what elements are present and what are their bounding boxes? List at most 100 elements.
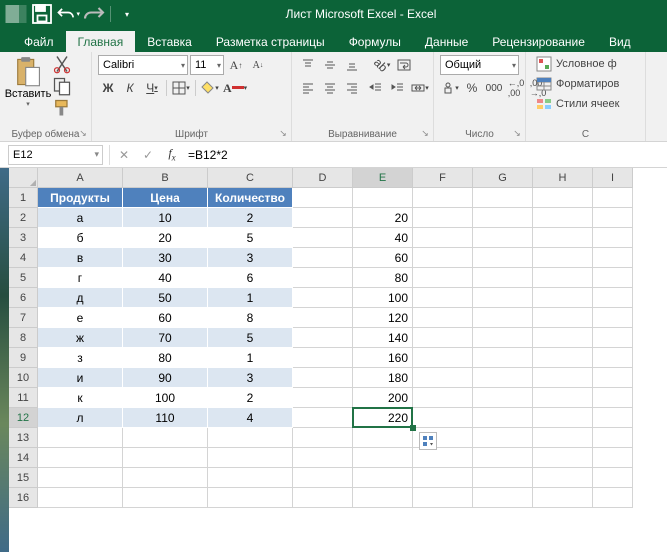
cell-I2[interactable]: [593, 208, 633, 228]
cell-E6[interactable]: 100: [353, 288, 413, 308]
row-header-2[interactable]: 2: [9, 208, 38, 228]
increase-font-icon[interactable]: A↑: [226, 55, 246, 75]
comma-icon[interactable]: 000: [484, 78, 504, 98]
cell-C15[interactable]: [208, 468, 293, 488]
row-header-16[interactable]: 16: [9, 488, 38, 508]
cell-G1[interactable]: [473, 188, 533, 208]
cell-A4[interactable]: в: [38, 248, 123, 268]
alignment-launcher-icon[interactable]: ↘: [419, 127, 431, 139]
row-header-10[interactable]: 10: [9, 368, 38, 388]
cells-area[interactable]: ПродуктыЦенаКоличествоа10220б20540в30360…: [38, 188, 633, 508]
cell-E9[interactable]: 160: [353, 348, 413, 368]
align-right-icon[interactable]: [342, 78, 362, 98]
cell-F10[interactable]: [413, 368, 473, 388]
cell-H13[interactable]: [533, 428, 593, 448]
merge-center-icon[interactable]: ▾: [410, 78, 430, 98]
cell-E16[interactable]: [353, 488, 413, 508]
cell-F7[interactable]: [413, 308, 473, 328]
cell-D9[interactable]: [293, 348, 353, 368]
copy-icon[interactable]: [52, 76, 72, 96]
cell-G2[interactable]: [473, 208, 533, 228]
cell-B16[interactable]: [123, 488, 208, 508]
cell-B13[interactable]: [123, 428, 208, 448]
row-header-12[interactable]: 12: [9, 408, 38, 428]
enter-formula-icon[interactable]: ✓: [136, 145, 160, 165]
cell-F12[interactable]: [413, 408, 473, 428]
cut-icon[interactable]: [52, 54, 72, 74]
cell-H2[interactable]: [533, 208, 593, 228]
align-left-icon[interactable]: [298, 78, 318, 98]
bold-button[interactable]: Ж: [98, 78, 118, 98]
cell-G15[interactable]: [473, 468, 533, 488]
tab-formulas[interactable]: Формулы: [337, 31, 413, 52]
cell-I16[interactable]: [593, 488, 633, 508]
italic-button[interactable]: К: [120, 78, 140, 98]
cell-I13[interactable]: [593, 428, 633, 448]
cell-B11[interactable]: 100: [123, 388, 208, 408]
cell-B7[interactable]: 60: [123, 308, 208, 328]
row-header-8[interactable]: 8: [9, 328, 38, 348]
spreadsheet-grid[interactable]: ABCDEFGHI 12345678910111213141516 Продук…: [9, 168, 667, 552]
column-header-B[interactable]: B: [123, 168, 208, 188]
number-format-select[interactable]: Общий: [440, 55, 519, 75]
cell-E12[interactable]: 220: [353, 408, 413, 428]
cell-H14[interactable]: [533, 448, 593, 468]
cell-D2[interactable]: [293, 208, 353, 228]
cell-B1[interactable]: Цена: [123, 188, 208, 208]
cell-G4[interactable]: [473, 248, 533, 268]
row-header-11[interactable]: 11: [9, 388, 38, 408]
cell-C2[interactable]: 2: [208, 208, 293, 228]
cell-D16[interactable]: [293, 488, 353, 508]
row-header-15[interactable]: 15: [9, 468, 38, 488]
cell-E2[interactable]: 20: [353, 208, 413, 228]
cell-C1[interactable]: Количество: [208, 188, 293, 208]
cell-A11[interactable]: к: [38, 388, 123, 408]
cell-I8[interactable]: [593, 328, 633, 348]
cell-F9[interactable]: [413, 348, 473, 368]
cell-G16[interactable]: [473, 488, 533, 508]
cell-B5[interactable]: 40: [123, 268, 208, 288]
cell-B3[interactable]: 20: [123, 228, 208, 248]
paste-button[interactable]: Вставить ▾: [6, 54, 50, 120]
underline-button[interactable]: Ч ▾: [142, 78, 162, 98]
cell-G11[interactable]: [473, 388, 533, 408]
cell-A5[interactable]: г: [38, 268, 123, 288]
row-header-4[interactable]: 4: [9, 248, 38, 268]
name-box[interactable]: E12: [8, 145, 103, 165]
column-header-H[interactable]: H: [533, 168, 593, 188]
cell-F6[interactable]: [413, 288, 473, 308]
tab-review[interactable]: Рецензирование: [480, 31, 597, 52]
cell-A8[interactable]: ж: [38, 328, 123, 348]
cell-D7[interactable]: [293, 308, 353, 328]
cell-A9[interactable]: з: [38, 348, 123, 368]
cell-A13[interactable]: [38, 428, 123, 448]
cell-E10[interactable]: 180: [353, 368, 413, 388]
decrease-indent-icon[interactable]: [366, 78, 386, 98]
row-header-7[interactable]: 7: [9, 308, 38, 328]
cell-H15[interactable]: [533, 468, 593, 488]
cell-styles-button[interactable]: Стили ячеек: [532, 94, 639, 114]
cell-H9[interactable]: [533, 348, 593, 368]
cell-B12[interactable]: 110: [123, 408, 208, 428]
cell-C7[interactable]: 8: [208, 308, 293, 328]
cell-B9[interactable]: 80: [123, 348, 208, 368]
align-center-icon[interactable]: [320, 78, 340, 98]
orientation-icon[interactable]: ab▾: [372, 55, 392, 75]
cell-G10[interactable]: [473, 368, 533, 388]
cell-G3[interactable]: [473, 228, 533, 248]
cell-C3[interactable]: 5: [208, 228, 293, 248]
cell-D5[interactable]: [293, 268, 353, 288]
row-header-5[interactable]: 5: [9, 268, 38, 288]
cell-D12[interactable]: [293, 408, 353, 428]
cell-F14[interactable]: [413, 448, 473, 468]
cell-I4[interactable]: [593, 248, 633, 268]
cell-I9[interactable]: [593, 348, 633, 368]
cell-E5[interactable]: 80: [353, 268, 413, 288]
cell-B4[interactable]: 30: [123, 248, 208, 268]
cell-E13[interactable]: [353, 428, 413, 448]
column-header-C[interactable]: C: [208, 168, 293, 188]
cell-I3[interactable]: [593, 228, 633, 248]
cell-G9[interactable]: [473, 348, 533, 368]
row-header-13[interactable]: 13: [9, 428, 38, 448]
cell-B15[interactable]: [123, 468, 208, 488]
